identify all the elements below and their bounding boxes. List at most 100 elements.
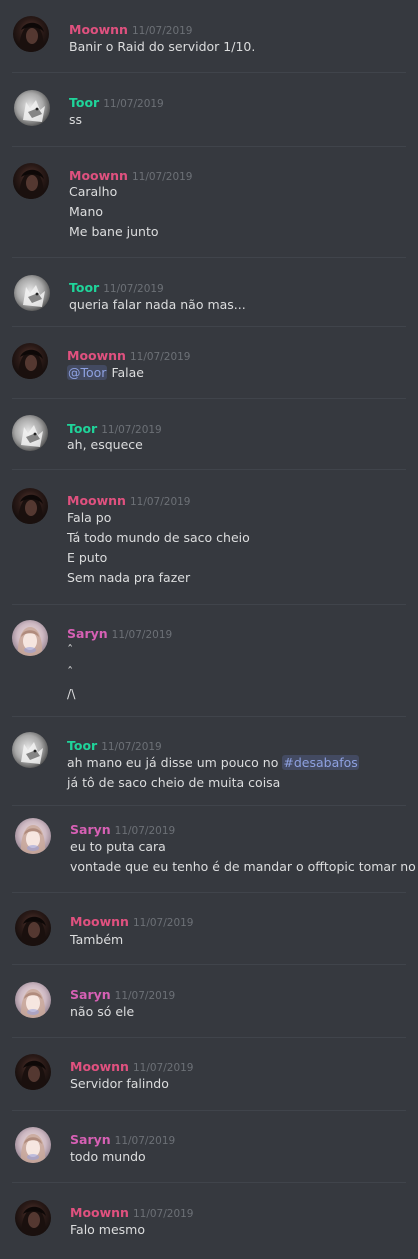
message-divider (12, 892, 406, 893)
message-line: E puto (67, 550, 108, 565)
channel-mention[interactable]: #desabafos (282, 755, 359, 770)
message-header: Moownn 11/07/2019 (67, 490, 191, 508)
dark-hair-photo-icon (15, 1054, 51, 1090)
avatar-saryn[interactable] (15, 1127, 51, 1163)
message-divider (12, 398, 406, 399)
dark-hair-photo-icon (13, 163, 49, 199)
message-line: todo mundo (70, 1149, 146, 1164)
message-divider (12, 716, 406, 717)
author-name[interactable]: Saryn (70, 1132, 111, 1147)
message-line: Sem nada pra fazer (67, 570, 191, 585)
avatar-saryn[interactable] (12, 620, 48, 656)
author-name[interactable]: Moownn (67, 493, 126, 508)
avatar-moownn[interactable] (12, 488, 48, 524)
avatar-toor[interactable] (12, 415, 48, 451)
wolf-photo-icon (12, 732, 48, 768)
avatar-toor[interactable] (12, 732, 48, 768)
author-name[interactable]: Toor (67, 421, 97, 436)
message-header: Moownn 11/07/2019 (69, 165, 193, 183)
avatar-saryn[interactable] (15, 818, 51, 854)
author-name[interactable]: Saryn (70, 987, 111, 1002)
message-line: Me bane junto (69, 224, 159, 239)
avatar-moownn[interactable] (15, 1200, 51, 1236)
dark-hair-photo-icon (12, 488, 48, 524)
avatar-moownn[interactable] (12, 343, 48, 379)
author-name[interactable]: Moownn (69, 22, 128, 37)
user-mention[interactable]: @Toor (67, 365, 108, 380)
message-divider (12, 1037, 406, 1038)
message-timestamp: 11/07/2019 (132, 917, 194, 929)
avatar-moownn[interactable] (15, 910, 51, 946)
message-divider (12, 72, 406, 73)
message-divider (12, 146, 406, 147)
avatar-moownn[interactable] (15, 1054, 51, 1090)
message-line: ah, esquece (67, 437, 143, 452)
author-name[interactable]: Toor (67, 738, 97, 753)
avatar-saryn[interactable] (15, 982, 51, 1018)
message-header: Toor 11/07/2019 (67, 418, 162, 436)
wolf-photo-icon (12, 415, 48, 451)
message-line: Servidor falindo (70, 1076, 169, 1091)
message-divider (12, 469, 406, 470)
message-line: Tá todo mundo de saco cheio (67, 530, 250, 545)
message-header: Toor 11/07/2019 (69, 277, 164, 295)
message-header: Toor 11/07/2019 (69, 92, 164, 110)
dark-hair-photo-icon (12, 343, 48, 379)
message-line: já tô de saco cheio de muita coisa (67, 775, 281, 790)
message-header: Saryn 11/07/2019 (67, 623, 173, 641)
message-line: ˆ (67, 642, 74, 657)
message-timestamp: 11/07/2019 (131, 171, 193, 183)
message-line: queria falar nada não mas... (69, 297, 246, 312)
message-timestamp: 11/07/2019 (111, 629, 173, 641)
dark-hair-photo-icon (13, 16, 49, 52)
author-name[interactable]: Moownn (70, 1205, 129, 1220)
message-text: ah mano eu já disse um pouco no (67, 755, 279, 770)
message-line: Banir o Raid do servidor 1/10. (69, 39, 256, 54)
avatar-moownn[interactable] (13, 16, 49, 52)
author-name[interactable]: Saryn (67, 626, 108, 641)
girl-photo-icon (15, 1127, 51, 1163)
message-line: ah mano eu já disse um pouco no #desabaf… (67, 754, 359, 772)
message-line: Mano (69, 204, 104, 219)
dark-hair-photo-icon (15, 1200, 51, 1236)
message-header: Moownn 11/07/2019 (70, 911, 194, 929)
message-timestamp: 11/07/2019 (114, 825, 176, 837)
author-name[interactable]: Moownn (67, 348, 126, 363)
message-timestamp: 11/07/2019 (103, 98, 164, 110)
message-timestamp: 11/07/2019 (131, 25, 193, 37)
message-line: Fala po (67, 510, 112, 525)
message-text: Falae (111, 365, 144, 380)
message-header: Moownn 11/07/2019 (69, 19, 193, 37)
avatar-toor[interactable] (14, 90, 50, 126)
message-divider (12, 257, 406, 258)
author-name[interactable]: Moownn (69, 168, 128, 183)
wolf-photo-icon (14, 90, 50, 126)
girl-photo-icon (15, 982, 51, 1018)
message-line: ˆ (67, 664, 74, 679)
message-timestamp: 11/07/2019 (101, 741, 162, 753)
author-name[interactable]: Toor (69, 95, 99, 110)
message-timestamp: 11/07/2019 (103, 283, 164, 295)
message-line: vontade que eu tenho é de mandar o offto… (70, 859, 418, 874)
avatar-moownn[interactable] (13, 163, 49, 199)
author-name[interactable]: Moownn (70, 914, 129, 929)
author-name[interactable]: Toor (69, 280, 99, 295)
message-timestamp: 11/07/2019 (114, 990, 176, 1002)
girl-photo-icon (12, 620, 48, 656)
author-name[interactable]: Moownn (70, 1059, 129, 1074)
message-header: Toor 11/07/2019 (67, 735, 162, 753)
message-header: Saryn 11/07/2019 (70, 819, 176, 837)
message-timestamp: 11/07/2019 (132, 1208, 194, 1220)
author-name[interactable]: Saryn (70, 822, 111, 837)
message-timestamp: 11/07/2019 (129, 496, 191, 508)
message-divider (12, 1110, 406, 1111)
message-divider (12, 604, 406, 605)
message-line: não só ele (70, 1004, 135, 1019)
message-header: Moownn 11/07/2019 (70, 1056, 194, 1074)
wolf-photo-icon (14, 275, 50, 311)
message-line: Caralho (69, 184, 118, 199)
avatar-toor[interactable] (14, 275, 50, 311)
message-timestamp: 11/07/2019 (129, 351, 191, 363)
message-line: Também (70, 932, 124, 947)
message-divider (12, 1182, 406, 1183)
